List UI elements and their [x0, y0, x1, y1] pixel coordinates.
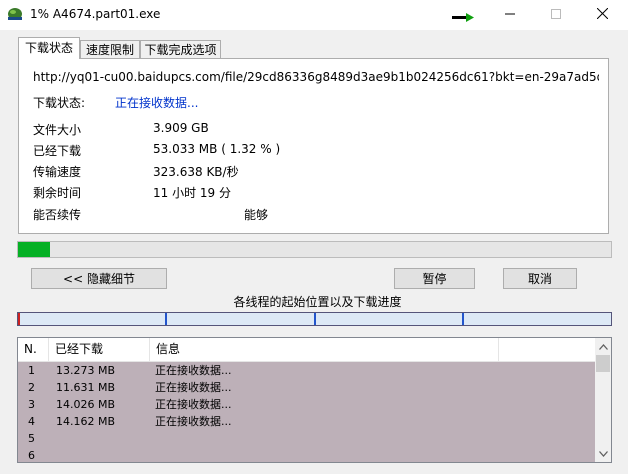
downloaded-value: 53.033 MB ( 1.32 % ) — [153, 142, 281, 156]
scroll-down-button[interactable] — [595, 445, 611, 461]
status-value: 正在接收数据... — [115, 96, 199, 110]
row-number: 3 — [28, 398, 35, 411]
scroll-thumb[interactable] — [596, 355, 610, 372]
tab-completion-options[interactable]: 下载完成选项 — [140, 40, 221, 59]
resume-value: 能够 — [244, 208, 269, 222]
title-bar[interactable]: 1% A4674.part01.exe — [0, 0, 635, 30]
thread-marker — [462, 313, 464, 325]
background-window-edge — [628, 0, 635, 474]
download-progress-fill — [18, 242, 50, 257]
row-number: 6 — [28, 449, 35, 462]
tab-download-status[interactable]: 下载状态 — [18, 37, 80, 59]
row-info: 正在接收数据... — [155, 381, 232, 394]
close-button[interactable] — [579, 0, 625, 30]
row-downloaded: 11.631 MB — [56, 381, 116, 394]
thread-list-body[interactable]: 1 13.273 MB 正在接收数据... 2 11.631 MB 正在接收数据… — [18, 362, 595, 462]
row-info: 正在接收数据... — [155, 398, 232, 411]
row-downloaded: 13.273 MB — [56, 364, 116, 377]
time-left-label: 剩余时间 — [33, 186, 82, 200]
download-url: http://yq01-cu00.baidupcs.com/file/29cd8… — [33, 70, 599, 84]
download-progress-bar — [17, 241, 612, 258]
transfer-speed-label: 传输速度 — [33, 165, 82, 179]
row-downloaded: 14.026 MB — [56, 398, 116, 411]
row-number: 1 — [28, 364, 35, 377]
chevron-down-icon — [598, 446, 608, 460]
status-panel: http://yq01-cu00.baidupcs.com/file/29cd8… — [18, 58, 609, 234]
time-left-value: 11 小时 19 分 — [153, 186, 231, 200]
table-row[interactable]: 1 13.273 MB 正在接收数据... — [18, 362, 595, 379]
minimize-button[interactable] — [487, 0, 533, 30]
thread-marker — [314, 313, 316, 325]
thread-progress-bar — [17, 312, 612, 326]
file-size-value: 3.909 GB — [153, 121, 209, 135]
threads-caption: 各线程的起始位置以及下载进度 — [233, 295, 402, 309]
thread-list-scrollbar[interactable] — [595, 338, 611, 462]
column-header-number[interactable]: N. — [18, 338, 49, 361]
transfer-speed-value: 323.638 KB/秒 — [153, 165, 239, 179]
thread-list[interactable]: N. 已经下载 信息 1 13.273 MB 正在接收数据... 2 11.63… — [17, 337, 612, 463]
table-row[interactable]: 6 — [18, 447, 595, 462]
row-info: 正在接收数据... — [155, 364, 232, 377]
minimize-icon — [505, 8, 515, 22]
pause-button[interactable]: 暂停 — [394, 268, 475, 289]
column-header-downloaded[interactable]: 已经下载 — [49, 338, 150, 361]
row-info: 正在接收数据... — [155, 415, 232, 428]
scroll-up-button[interactable] — [595, 338, 611, 354]
table-row[interactable]: 3 14.026 MB 正在接收数据... — [18, 396, 595, 413]
green-arrow-icon — [452, 12, 474, 22]
close-icon — [596, 7, 608, 22]
window-title: 1% A4674.part01.exe — [30, 7, 161, 21]
cancel-button[interactable]: 取消 — [503, 268, 577, 289]
maximize-button[interactable] — [533, 0, 579, 30]
tab-speed-limit[interactable]: 速度限制 — [80, 40, 140, 59]
table-row[interactable]: 4 14.162 MB 正在接收数据... — [18, 413, 595, 430]
column-header-info[interactable]: 信息 — [150, 338, 499, 361]
table-row[interactable]: 2 11.631 MB 正在接收数据... — [18, 379, 595, 396]
row-downloaded: 14.162 MB — [56, 415, 116, 428]
resume-label: 能否续传 — [33, 208, 82, 222]
chevron-up-icon — [598, 339, 608, 353]
thread-list-header: N. 已经下载 信息 — [18, 338, 595, 362]
downloaded-label: 已经下载 — [33, 144, 82, 158]
status-label: 下载状态: — [33, 96, 86, 110]
table-row[interactable]: 5 — [18, 430, 595, 447]
file-size-label: 文件大小 — [33, 123, 82, 137]
thread-marker — [18, 313, 20, 325]
row-number: 5 — [28, 432, 35, 445]
idm-globe-icon — [6, 6, 24, 22]
row-number: 2 — [28, 381, 35, 394]
thread-marker — [165, 313, 167, 325]
row-number: 4 — [28, 415, 35, 428]
hide-details-button[interactable]: << 隐藏细节 — [31, 268, 167, 289]
maximize-icon — [551, 8, 561, 22]
column-header-empty[interactable] — [499, 338, 595, 361]
